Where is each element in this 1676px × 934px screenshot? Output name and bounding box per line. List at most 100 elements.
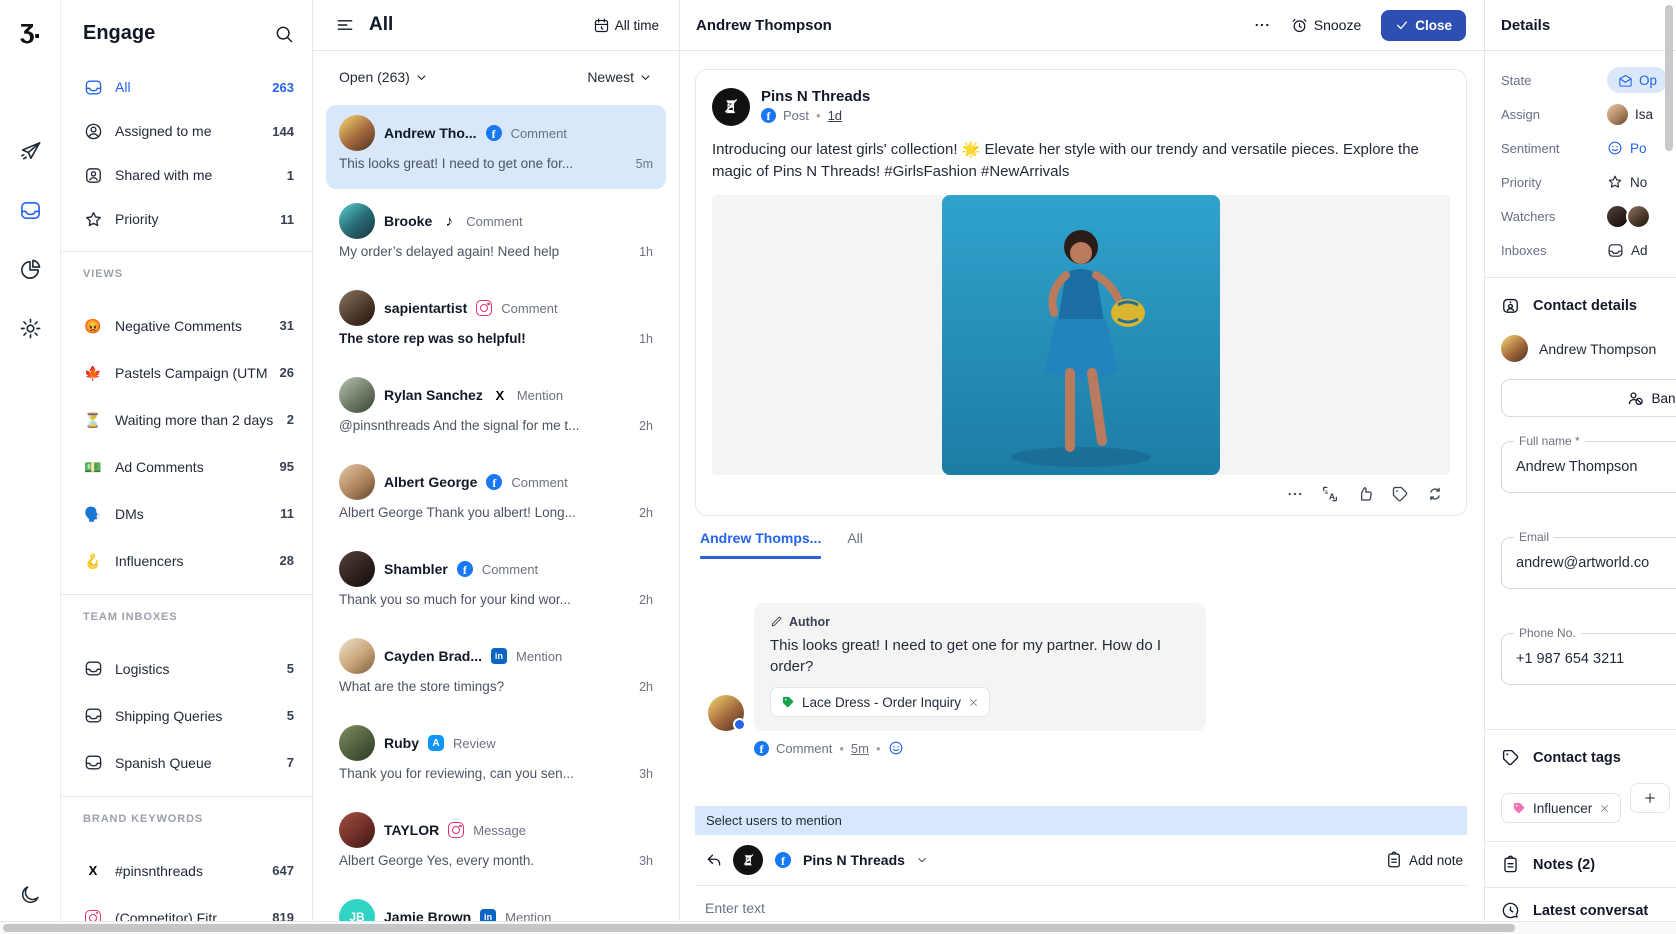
translate-icon[interactable]: [1321, 485, 1339, 503]
sidebar-item-pastels-campaign[interactable]: 🍁 Pastels Campaign (UTM) 26: [61, 349, 312, 396]
conversation-item-ruby[interactable]: Ruby Review Thank you for reviewing, can…: [313, 715, 679, 802]
sidebar-item-count: 7: [287, 755, 294, 770]
conversation-item-sapientartist[interactable]: sapientartist Comment The store rep was …: [313, 280, 679, 367]
tag-label: Influencer: [1533, 801, 1592, 816]
notes-section[interactable]: Notes (2): [1485, 841, 1676, 887]
brand-avatar: [712, 88, 750, 126]
more-options-icon[interactable]: [1253, 16, 1271, 34]
comment-type-label: Comment: [776, 741, 832, 756]
contact-details-title: Contact details: [1533, 298, 1637, 314]
sentiment-value[interactable]: Po: [1607, 140, 1647, 156]
conversation-item-rylan[interactable]: Rylan Sanchez Mention @pinsnthreads And …: [313, 367, 679, 454]
engage-inbox-icon[interactable]: [19, 199, 42, 222]
sidebar-item-spanish-queue[interactable]: Spanish Queue 7: [61, 739, 312, 786]
priority-value[interactable]: No: [1607, 174, 1647, 190]
conversation-item-andrew[interactable]: Andrew Tho... Comment This looks great! …: [326, 105, 666, 189]
assignee-name: Isa: [1635, 107, 1653, 122]
conversation-item-taylor[interactable]: TAYLOR Message Albert George Yes, every …: [313, 802, 679, 889]
time-filter-button[interactable]: All time: [593, 17, 659, 34]
assignee-value[interactable]: Isa: [1607, 104, 1653, 125]
reply-text-input[interactable]: [705, 900, 1435, 916]
author-badge: Author: [789, 615, 830, 629]
sidebar-item-all[interactable]: All 263: [61, 65, 312, 109]
remove-tag-icon[interactable]: [968, 697, 979, 708]
priority-label: No: [1630, 175, 1647, 190]
post-time-link[interactable]: 1d: [828, 108, 842, 123]
details-properties: State Op Assign Isa Sentiment: [1485, 51, 1676, 277]
contact-card-icon: [1501, 296, 1520, 315]
sidebar-item-label: All: [115, 79, 260, 95]
sidebar-item-label: Influencers: [115, 553, 268, 569]
publish-icon[interactable]: [19, 140, 42, 163]
dark-mode-moon-icon[interactable]: [19, 884, 41, 906]
phone-field[interactable]: Phone No. +1 987 654 3211: [1501, 633, 1676, 685]
x-twitter-icon: [83, 863, 103, 879]
conversation-item-brooke[interactable]: Brooke Comment My order’s delayed again!…: [313, 193, 679, 280]
post-photo[interactable]: [942, 195, 1220, 475]
like-thumb-icon[interactable]: [1356, 485, 1374, 503]
sidebar-item-priority[interactable]: Priority 11: [61, 197, 312, 241]
avatar: [339, 812, 375, 848]
comment-time-link[interactable]: 5m: [851, 741, 869, 756]
sidebar-item-ad-comments[interactable]: 💵 Ad Comments 95: [61, 443, 312, 490]
horizontal-scrollbar[interactable]: [0, 921, 1676, 934]
sort-dropdown[interactable]: Newest: [587, 69, 653, 85]
check-icon: [1395, 18, 1409, 32]
tag-icon[interactable]: [1391, 485, 1409, 503]
status-filter-dropdown[interactable]: Open (263): [339, 69, 429, 85]
property-label: Assign: [1501, 107, 1607, 122]
message-type: Comment: [482, 562, 538, 577]
list-toggle-icon[interactable]: [335, 15, 355, 35]
conversation-item-shambler[interactable]: Shambler Comment Thank you so much for y…: [313, 541, 679, 628]
conversation-tag-chip[interactable]: Lace Dress - Order Inquiry: [770, 687, 990, 717]
snooze-button[interactable]: Snooze: [1291, 17, 1361, 34]
message-preview: My order’s delayed again! Need help: [339, 244, 629, 259]
conversation-item-albert[interactable]: Albert George Comment Albert George Than…: [313, 454, 679, 541]
state-pill[interactable]: Op: [1607, 67, 1668, 93]
add-tag-button[interactable]: [1630, 783, 1670, 813]
post-type-label: Post: [783, 108, 809, 123]
inboxes-value[interactable]: Ad: [1607, 242, 1648, 259]
email-field[interactable]: Email andrew@artworld.co: [1501, 537, 1676, 589]
sidebar-item-assigned[interactable]: Assigned to me 144: [61, 109, 312, 153]
add-note-button[interactable]: Add note: [1385, 851, 1463, 869]
chevron-down-icon[interactable]: [915, 853, 929, 867]
ban-user-button[interactable]: Ban: [1501, 379, 1676, 417]
state-row: State Op: [1501, 63, 1676, 97]
analytics-icon[interactable]: [19, 258, 42, 281]
sidebar-item-dms[interactable]: 🗣️ DMs 11: [61, 490, 312, 537]
message-type: Comment: [501, 301, 557, 316]
contact-tag-chip[interactable]: Influencer: [1501, 793, 1621, 823]
close-button[interactable]: Close: [1381, 10, 1466, 41]
sidebar-item-count: 2: [287, 412, 294, 427]
sidebar-item-pinsnthreads-keyword[interactable]: #pinsnthreads 647: [61, 847, 312, 894]
tab-andrew-thompson[interactable]: Andrew Thomps...: [700, 530, 821, 559]
reply-arrow-icon[interactable]: [705, 851, 723, 869]
conversation-item-cayden[interactable]: Cayden Brad... Mention What are the stor…: [313, 628, 679, 715]
full-name-field[interactable]: Full name * Andrew Thompson: [1501, 441, 1676, 493]
horizontal-scrollbar-thumb[interactable]: [3, 924, 1515, 932]
search-icon[interactable]: [274, 24, 294, 44]
settings-gear-icon[interactable]: [19, 317, 42, 340]
close-label: Close: [1415, 18, 1452, 33]
sidebar-item-shipping-queries[interactable]: Shipping Queries 5: [61, 692, 312, 739]
sidebar-item-negative-comments[interactable]: 😡 Negative Comments 31: [61, 302, 312, 349]
sidebar-item-influencers[interactable]: 🪝 Influencers 28: [61, 537, 312, 584]
sidebar-item-count: 11: [280, 212, 294, 227]
plus-icon: [1643, 791, 1657, 805]
more-options-icon[interactable]: [1286, 485, 1304, 503]
thread-spool-icon: [719, 95, 743, 119]
comment-bubble: Author This looks great! I need to get o…: [754, 603, 1206, 732]
mention-banner[interactable]: Select users to mention: [695, 806, 1467, 835]
sidebar-item-logistics[interactable]: Logistics 5: [61, 645, 312, 692]
tab-all[interactable]: All: [847, 530, 863, 559]
message-type: Comment: [466, 214, 522, 229]
watchers-value[interactable]: [1607, 206, 1649, 227]
add-reaction-smiley-icon[interactable]: [888, 740, 904, 756]
sidebar-item-shared[interactable]: Shared with me 1: [61, 153, 312, 197]
repost-icon[interactable]: [1426, 485, 1444, 503]
vertical-scrollbar-thumb[interactable]: [1665, 5, 1673, 151]
remove-tag-icon[interactable]: [1599, 803, 1610, 814]
sidebar-item-waiting[interactable]: ⏳ Waiting more than 2 days 2: [61, 396, 312, 443]
inbox-icon: [83, 78, 103, 97]
